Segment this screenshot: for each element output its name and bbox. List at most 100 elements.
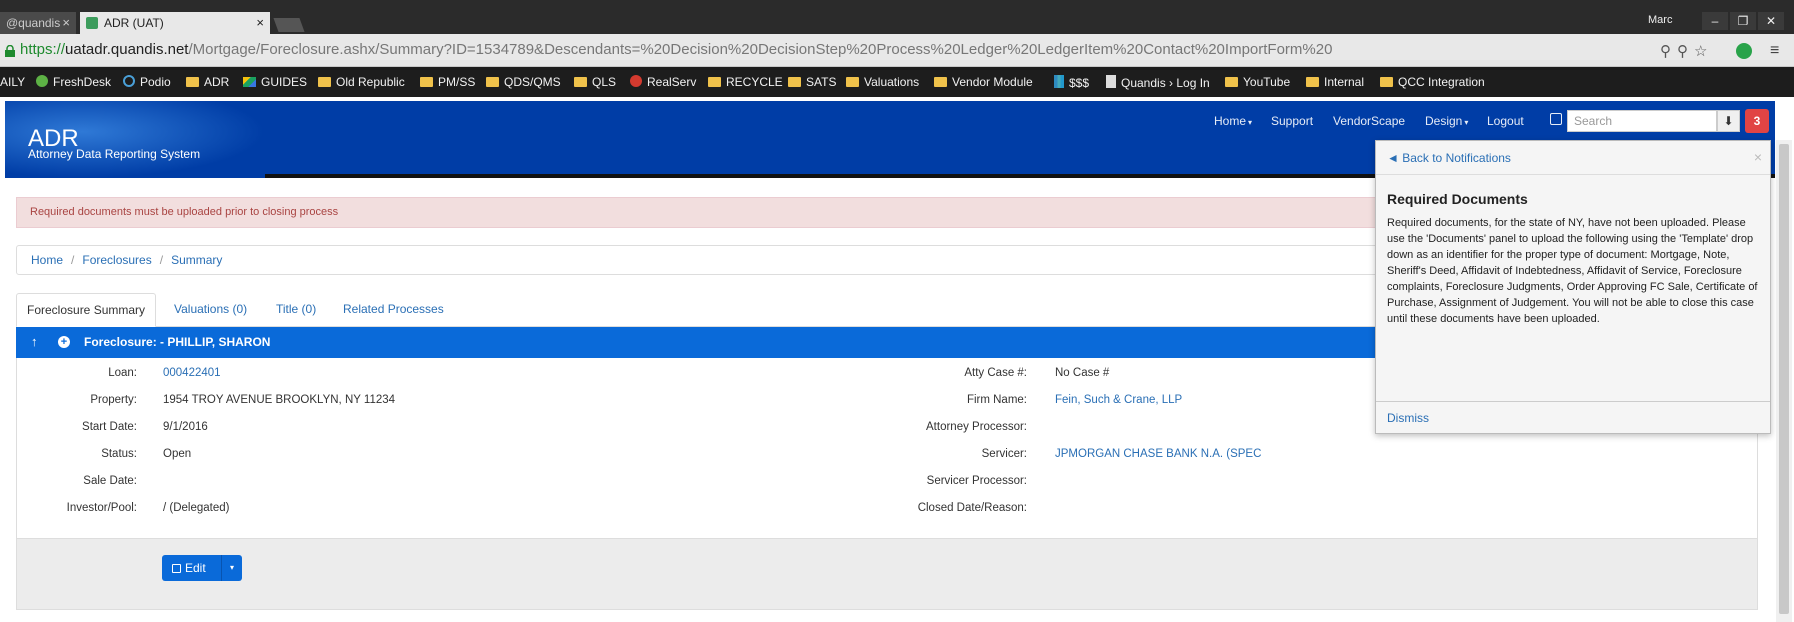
field-row: Property: 1954 TROY AVENUE BROOKLYN, NY …	[90, 394, 396, 406]
browser-tabstrip: @quandis × ADR (UAT) × Marc – ❐ ✕	[0, 0, 1794, 34]
tab-label: @quandis	[6, 16, 61, 30]
search-input[interactable]: Search	[1567, 110, 1717, 132]
favicon-icon	[86, 17, 98, 29]
field-row: Sale Date:	[83, 475, 137, 487]
pin-icon[interactable]: ⚲	[1677, 43, 1694, 60]
bookmark-item[interactable]: QLS	[574, 75, 616, 89]
restore-icon[interactable]: ❐	[1730, 12, 1756, 30]
freshdesk-icon	[36, 75, 48, 87]
nav-home[interactable]: Home ▾	[1214, 114, 1252, 128]
bookmark-item[interactable]: Internal	[1306, 75, 1364, 89]
tab-related-processes[interactable]: Related Processes	[333, 293, 454, 327]
close-icon[interactable]: ×	[1754, 149, 1762, 165]
field-row: Servicer: JPMORGAN CHASE BANK N.A. (SPEC	[981, 448, 1262, 460]
breadcrumb-summary[interactable]: Summary	[171, 253, 222, 267]
field-row: Investor/Pool: / (Delegated)	[66, 502, 230, 514]
profile-name[interactable]: Marc	[1648, 14, 1672, 26]
page-icon	[1106, 75, 1116, 88]
close-window-icon[interactable]: ✕	[1758, 12, 1784, 30]
zoom-icon[interactable]: ⚲	[1660, 43, 1677, 60]
bookmark-item[interactable]: Podio	[123, 75, 171, 89]
field-row: Loan: 000422401	[108, 367, 221, 379]
bookmark-item[interactable]: Vendor Module	[934, 75, 1033, 89]
folder-icon	[186, 77, 199, 87]
bookmark-item[interactable]: QCC Integration	[1380, 75, 1485, 89]
browser-tab-quandis[interactable]: @quandis ×	[0, 12, 76, 34]
folder-icon	[788, 77, 801, 87]
folder-icon	[486, 77, 499, 87]
servicer-link[interactable]: JPMORGAN CHASE BANK N.A. (SPEC	[1055, 448, 1261, 460]
folder-icon	[934, 77, 947, 87]
tab-title[interactable]: Title (0)	[266, 293, 326, 327]
minimize-icon[interactable]: –	[1702, 12, 1728, 30]
bookmark-item[interactable]: $$$	[1054, 75, 1089, 90]
page-scrollbar[interactable]	[1776, 140, 1792, 622]
tab-close-icon[interactable]: ×	[256, 12, 264, 34]
bookmark-item[interactable]: SATS	[788, 75, 836, 89]
bookmark-item[interactable]: YouTube	[1225, 75, 1290, 89]
browser-menu-icon[interactable]: ≡	[1770, 42, 1779, 60]
new-tab-button[interactable]	[273, 18, 305, 32]
bookmark-item[interactable]: Old Republic	[318, 75, 405, 89]
bookmark-item[interactable]: ADR	[186, 75, 229, 89]
tab-label: ADR (UAT)	[104, 16, 164, 30]
folder-icon	[318, 77, 331, 87]
breadcrumb-home[interactable]: Home	[31, 253, 63, 267]
folder-icon	[1306, 77, 1319, 87]
caret-down-icon: ▾	[1464, 118, 1469, 127]
field-row: Start Date: 9/1/2016	[82, 421, 208, 433]
nav-design[interactable]: Design ▾	[1425, 114, 1468, 128]
caret-down-icon[interactable]: ▾	[221, 555, 242, 581]
tab-close-icon[interactable]: ×	[62, 12, 70, 34]
field-row: Closed Date/Reason:	[917, 502, 1027, 514]
folder-icon	[846, 77, 859, 87]
folder-icon	[574, 77, 587, 87]
bookmark-item[interactable]: QDS/QMS	[486, 75, 561, 89]
browser-tab-adr[interactable]: ADR (UAT) ×	[80, 12, 270, 34]
loan-link[interactable]: 000422401	[163, 367, 221, 379]
bookmark-item[interactable]: RECYCLE	[708, 75, 783, 89]
panel-footer: Edit ▾	[16, 538, 1758, 610]
nav-logout[interactable]: Logout	[1487, 114, 1524, 128]
arrow-up-icon[interactable]: ↑	[31, 334, 38, 349]
tab-foreclosure-summary[interactable]: Foreclosure Summary	[16, 293, 157, 327]
nav-vendorscape[interactable]: VendorScape	[1333, 114, 1405, 128]
realserv-icon	[630, 75, 642, 87]
dismiss-link[interactable]: Dismiss	[1387, 411, 1429, 425]
scrollbar-thumb[interactable]	[1779, 144, 1789, 614]
notification-popover: ◄ Back to Notifications × Required Docum…	[1375, 140, 1771, 434]
edit-icon[interactable]	[1550, 113, 1562, 125]
edit-button[interactable]: Edit ▾	[162, 555, 242, 581]
address-bar: https://uatadr.quandis.net/Mortgage/Fore…	[0, 34, 1794, 67]
breadcrumb-foreclosures[interactable]: Foreclosures	[82, 253, 151, 267]
download-icon[interactable]: ⬇	[1717, 110, 1740, 132]
bookmarks-bar: AILY FreshDesk Podio ADR GUIDES Old Repu…	[0, 67, 1794, 97]
folder-icon	[1380, 77, 1393, 87]
lock-icon	[5, 45, 15, 57]
bookmark-item[interactable]: Valuations	[846, 75, 919, 89]
bars-icon	[1054, 75, 1064, 88]
panel-title: Foreclosure: - PHILLIP, SHARON	[84, 335, 271, 349]
field-row: Status: Open	[101, 448, 192, 460]
folder-icon	[420, 77, 433, 87]
firm-name-link[interactable]: Fein, Such & Crane, LLP	[1055, 394, 1182, 406]
bookmark-item[interactable]: Quandis › Log In	[1106, 75, 1210, 90]
notification-title: Required Documents	[1387, 191, 1528, 207]
url-field[interactable]: https://uatadr.quandis.net/Mortgage/Fore…	[20, 41, 1332, 58]
bookmark-star-icon[interactable]: ☆	[1694, 43, 1713, 60]
caret-down-icon: ▾	[1248, 118, 1253, 127]
notification-body: Required documents, for the state of NY,…	[1387, 217, 1758, 325]
bookmark-item[interactable]: GUIDES	[243, 75, 307, 89]
bookmark-item[interactable]: AILY	[0, 75, 25, 89]
bookmark-item[interactable]: RealServ	[630, 75, 696, 89]
notification-badge[interactable]: 3	[1745, 109, 1769, 133]
bookmark-item[interactable]: FreshDesk	[36, 75, 111, 89]
hangouts-extension-icon[interactable]	[1736, 43, 1752, 59]
tab-valuations[interactable]: Valuations (0)	[164, 293, 257, 327]
plus-circle-icon[interactable]: +	[58, 336, 70, 348]
bookmark-item[interactable]: PM/SS	[420, 75, 475, 89]
edit-icon	[172, 564, 181, 573]
folder-icon	[1225, 77, 1238, 87]
nav-support[interactable]: Support	[1271, 114, 1313, 128]
back-to-notifications-link[interactable]: ◄ Back to Notifications	[1387, 151, 1511, 165]
